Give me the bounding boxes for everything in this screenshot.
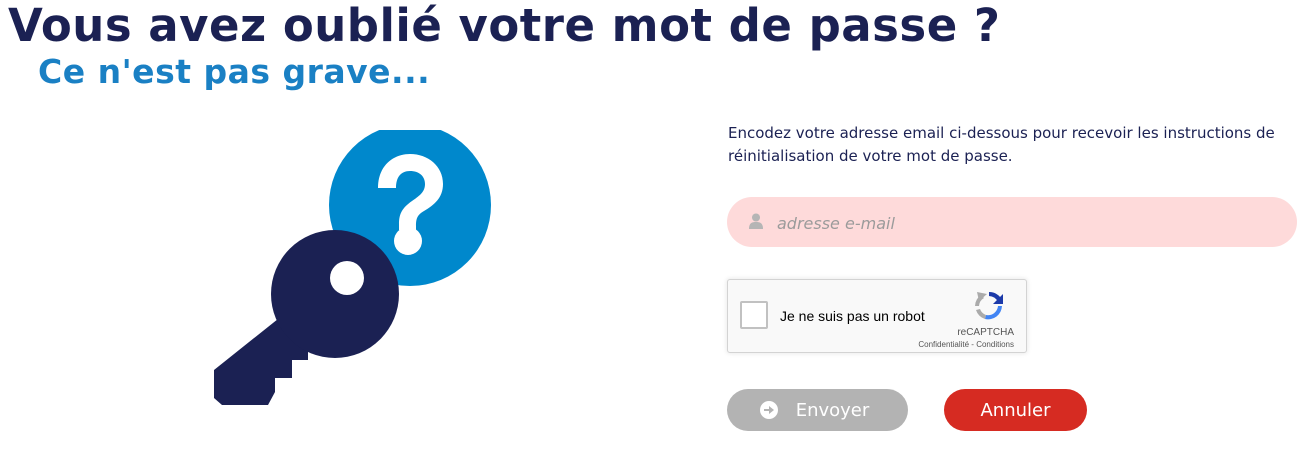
question-dot bbox=[394, 227, 422, 255]
recaptcha-links: Confidentialité - Conditions bbox=[918, 340, 1014, 349]
recaptcha-widget: Je ne suis pas un robot reCAPTCHA Confid… bbox=[727, 279, 1027, 353]
recaptcha-icon bbox=[975, 291, 1003, 320]
key-question-illustration bbox=[200, 124, 500, 420]
email-field[interactable] bbox=[727, 197, 1297, 249]
send-button-label: Envoyer bbox=[795, 399, 870, 421]
recaptcha-brand: reCAPTCHA bbox=[957, 327, 1014, 338]
page-subtitle: Ce n'est pas grave... bbox=[38, 52, 431, 91]
send-button[interactable]: Envoyer bbox=[727, 389, 908, 431]
instructions-text: Encodez votre adresse email ci-dessous p… bbox=[728, 124, 1275, 165]
email-input[interactable] bbox=[775, 197, 1279, 249]
recaptcha-label: Je ne suis pas un robot bbox=[780, 308, 925, 324]
user-icon bbox=[749, 213, 763, 229]
recaptcha-privacy-link[interactable]: Confidentialité bbox=[918, 340, 969, 349]
cancel-button-label: Annuler bbox=[980, 399, 1051, 421]
recaptcha-terms-link[interactable]: Conditions bbox=[976, 340, 1014, 349]
cancel-button[interactable]: Annuler bbox=[944, 389, 1087, 431]
key-shape bbox=[214, 230, 399, 405]
arrow-circle-right-icon bbox=[759, 401, 778, 419]
key-question-icon bbox=[214, 124, 491, 405]
recaptcha-checkbox[interactable] bbox=[740, 301, 768, 329]
page-title: Vous avez oublié votre mot de passe ? bbox=[8, 0, 1001, 52]
